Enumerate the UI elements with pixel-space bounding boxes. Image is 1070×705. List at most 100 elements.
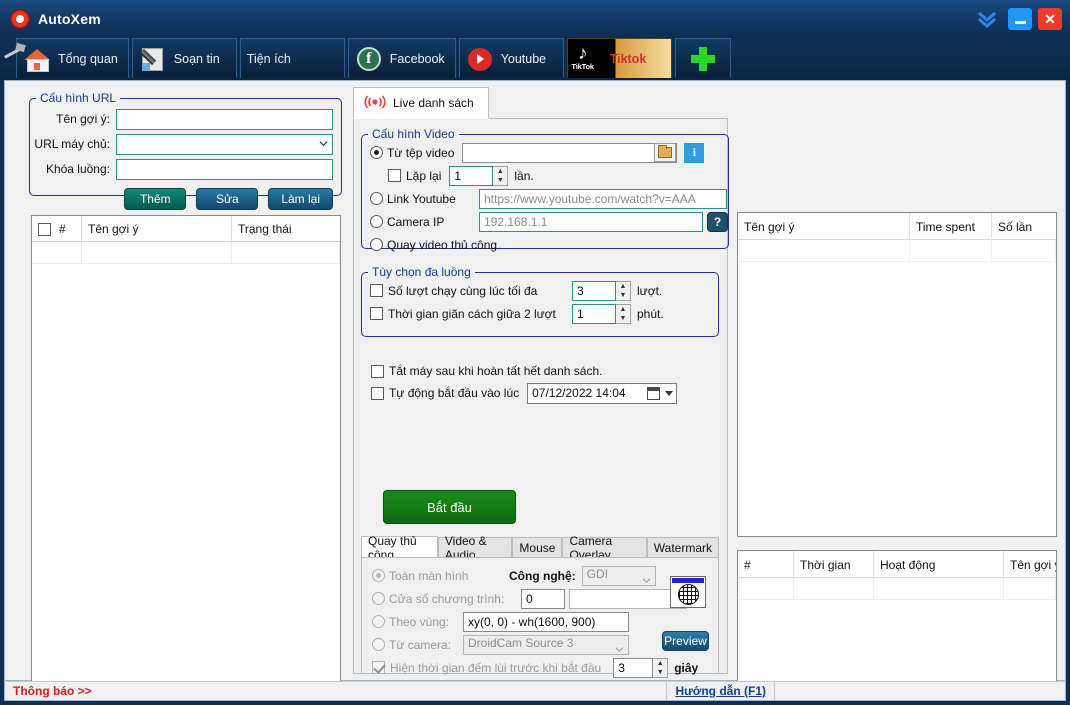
chevron-down-icon[interactable] (317, 138, 329, 150)
module-tab-facebook[interactable]: f Facebook (347, 38, 456, 78)
stepper-arrows[interactable]: ▲ ▼ (493, 165, 509, 186)
minimize-button[interactable] (1008, 8, 1032, 30)
url-list-col-index[interactable]: # (32, 216, 82, 242)
youtube-link-input[interactable] (479, 188, 727, 209)
url-list-col-status[interactable]: Trạng thái (232, 216, 340, 242)
tab-quay-thu-cong[interactable]: Quay thủ công (361, 534, 438, 562)
select-all-checkbox[interactable] (38, 222, 51, 236)
khoa-luong-input[interactable] (116, 158, 333, 180)
repeat-stepper[interactable]: ▲▼ (449, 165, 509, 186)
tab-mouse[interactable]: Mouse (512, 537, 563, 558)
chevron-down-icon[interactable] (642, 573, 651, 583)
calendar-icon[interactable] (647, 386, 661, 400)
url-list-col-name[interactable]: Tên gợi ý (82, 216, 232, 242)
countdown-input[interactable] (613, 657, 654, 678)
stepper-arrows[interactable]: ▲ ▼ (616, 280, 631, 301)
table-row[interactable] (32, 242, 340, 264)
status-notice[interactable]: Thông báo >> (13, 684, 92, 698)
repeat-input[interactable] (449, 165, 494, 186)
countdown-stepper[interactable]: ▲▼ (613, 657, 669, 678)
radio-from-file[interactable] (370, 146, 383, 159)
app-window-id-input[interactable] (521, 588, 565, 609)
radio-manual-record[interactable] (370, 238, 383, 251)
interval-checkbox[interactable] (370, 307, 383, 320)
tech-value: GDI (586, 566, 608, 581)
stats-col-count[interactable]: Số lần (992, 213, 1056, 240)
row-app-window: Cửa sổ chương trình: (372, 587, 718, 610)
module-tab-tiktok[interactable]: ♪ TikTok Tiktok (566, 38, 672, 78)
log-col-time[interactable]: Thời gian (794, 551, 874, 578)
video-config-legend: Cấu hình Video (372, 127, 455, 141)
add-button[interactable]: Thêm (124, 188, 187, 210)
row-shutdown: Tắt máy sau khi hoàn tất hết danh sách. (371, 359, 610, 383)
module-tab-soan-tin[interactable]: Soạn tin (131, 38, 237, 78)
stats-col-time-spent[interactable]: Time spent (910, 213, 992, 240)
camera-ip-input[interactable] (479, 211, 703, 232)
reset-button[interactable]: Làm lại (268, 188, 333, 210)
label-tech: Công nghệ: (509, 568, 576, 583)
tech-combo[interactable]: GDI (581, 565, 656, 586)
radio-fullscreen[interactable] (372, 569, 385, 582)
live-broadcast-icon (364, 95, 386, 111)
tab-camera-overlay[interactable]: Camera Overlay (562, 534, 647, 562)
help-icon[interactable]: ? (707, 211, 728, 232)
module-tab-label: Facebook (389, 51, 445, 66)
radio-app-window[interactable] (372, 592, 385, 605)
row-camera-ip: Camera IP ? (370, 210, 728, 233)
url-may-chu-combo[interactable] (116, 133, 333, 155)
info-icon[interactable]: i (684, 142, 705, 163)
countdown-checkbox[interactable] (372, 661, 385, 674)
label-ten-goi-y: Tên gợi ý: (56, 112, 110, 126)
row-from-file: Từ tệp video i (370, 141, 728, 164)
url-may-chu-input[interactable] (116, 133, 333, 155)
module-tab-youtube[interactable]: Youtube (458, 38, 564, 78)
log-col-index[interactable]: # (738, 551, 794, 578)
auto-start-datetime-picker[interactable]: 07/12/2022 14:04 (527, 382, 678, 404)
max-concurrent-input[interactable] (572, 280, 616, 301)
screen-target-icon[interactable] (670, 576, 706, 608)
max-concurrent-checkbox[interactable] (370, 284, 383, 297)
auto-start-checkbox[interactable] (371, 386, 384, 400)
status-divider (774, 682, 775, 700)
log-grid-header: # Thời gian Hoạt động Tên gợi ý (738, 551, 1056, 578)
url-config-group: Cấu hình URL Tên gợi ý: URL máy chủ: Khó… (29, 91, 342, 210)
log-col-activity[interactable]: Hoạt động (874, 551, 1004, 578)
row-repeat: Lặp lại ▲▼ lần. (388, 164, 728, 187)
chevron-down-icon[interactable] (615, 642, 624, 652)
edit-button[interactable]: Sửa (196, 188, 259, 210)
open-folder-icon[interactable] (654, 143, 677, 162)
stepper-arrows[interactable]: ▲ ▼ (653, 657, 669, 678)
video-file-input[interactable] (462, 142, 678, 163)
preview-button[interactable]: Preview (662, 631, 709, 651)
log-col-name[interactable]: Tên gợi ý (1004, 551, 1056, 578)
interval-stepper[interactable]: ▲▼ (572, 303, 631, 324)
close-button[interactable]: ✕ (1038, 8, 1062, 30)
repeat-checkbox[interactable] (388, 169, 401, 182)
stepper-arrows[interactable]: ▲ ▼ (616, 303, 631, 324)
module-tab-add[interactable] (674, 38, 731, 78)
table-row[interactable] (738, 240, 1056, 262)
shutdown-checkbox[interactable] (371, 364, 384, 378)
max-concurrent-stepper[interactable]: ▲▼ (572, 280, 631, 301)
help-link[interactable]: Hướng dẫn (F1) (667, 684, 774, 698)
radio-camera-ip[interactable] (370, 215, 383, 228)
double-chevron-down-icon[interactable] (972, 6, 1002, 32)
module-tab-tong-quan[interactable]: Tổng quan (16, 38, 129, 78)
interval-input[interactable] (572, 303, 616, 324)
radio-youtube-link[interactable] (370, 192, 383, 205)
tab-video-audio[interactable]: Video & Audio (437, 534, 513, 562)
stats-grid[interactable]: Tên gợi ý Time spent Số lần (737, 212, 1057, 537)
radio-region[interactable] (372, 615, 385, 628)
url-list[interactable]: # Tên gợi ý Trạng thái ❮ ❯ (31, 215, 341, 705)
camera-source-combo[interactable]: DroidCam Source 3 (463, 634, 629, 655)
tab-live-danh-sach[interactable]: Live danh sách (353, 87, 489, 119)
stats-col-name[interactable]: Tên gợi ý (738, 213, 910, 240)
radio-from-camera[interactable] (372, 638, 385, 651)
region-input[interactable] (463, 611, 629, 632)
tab-watermark[interactable]: Watermark (646, 537, 720, 558)
start-button[interactable]: Bắt đầu (383, 490, 516, 524)
chevron-down-icon[interactable] (665, 390, 674, 396)
table-row[interactable] (738, 578, 1056, 600)
module-tab-tien-ich[interactable]: Tiện ích (239, 38, 345, 78)
ten-goi-y-input[interactable] (116, 108, 333, 130)
